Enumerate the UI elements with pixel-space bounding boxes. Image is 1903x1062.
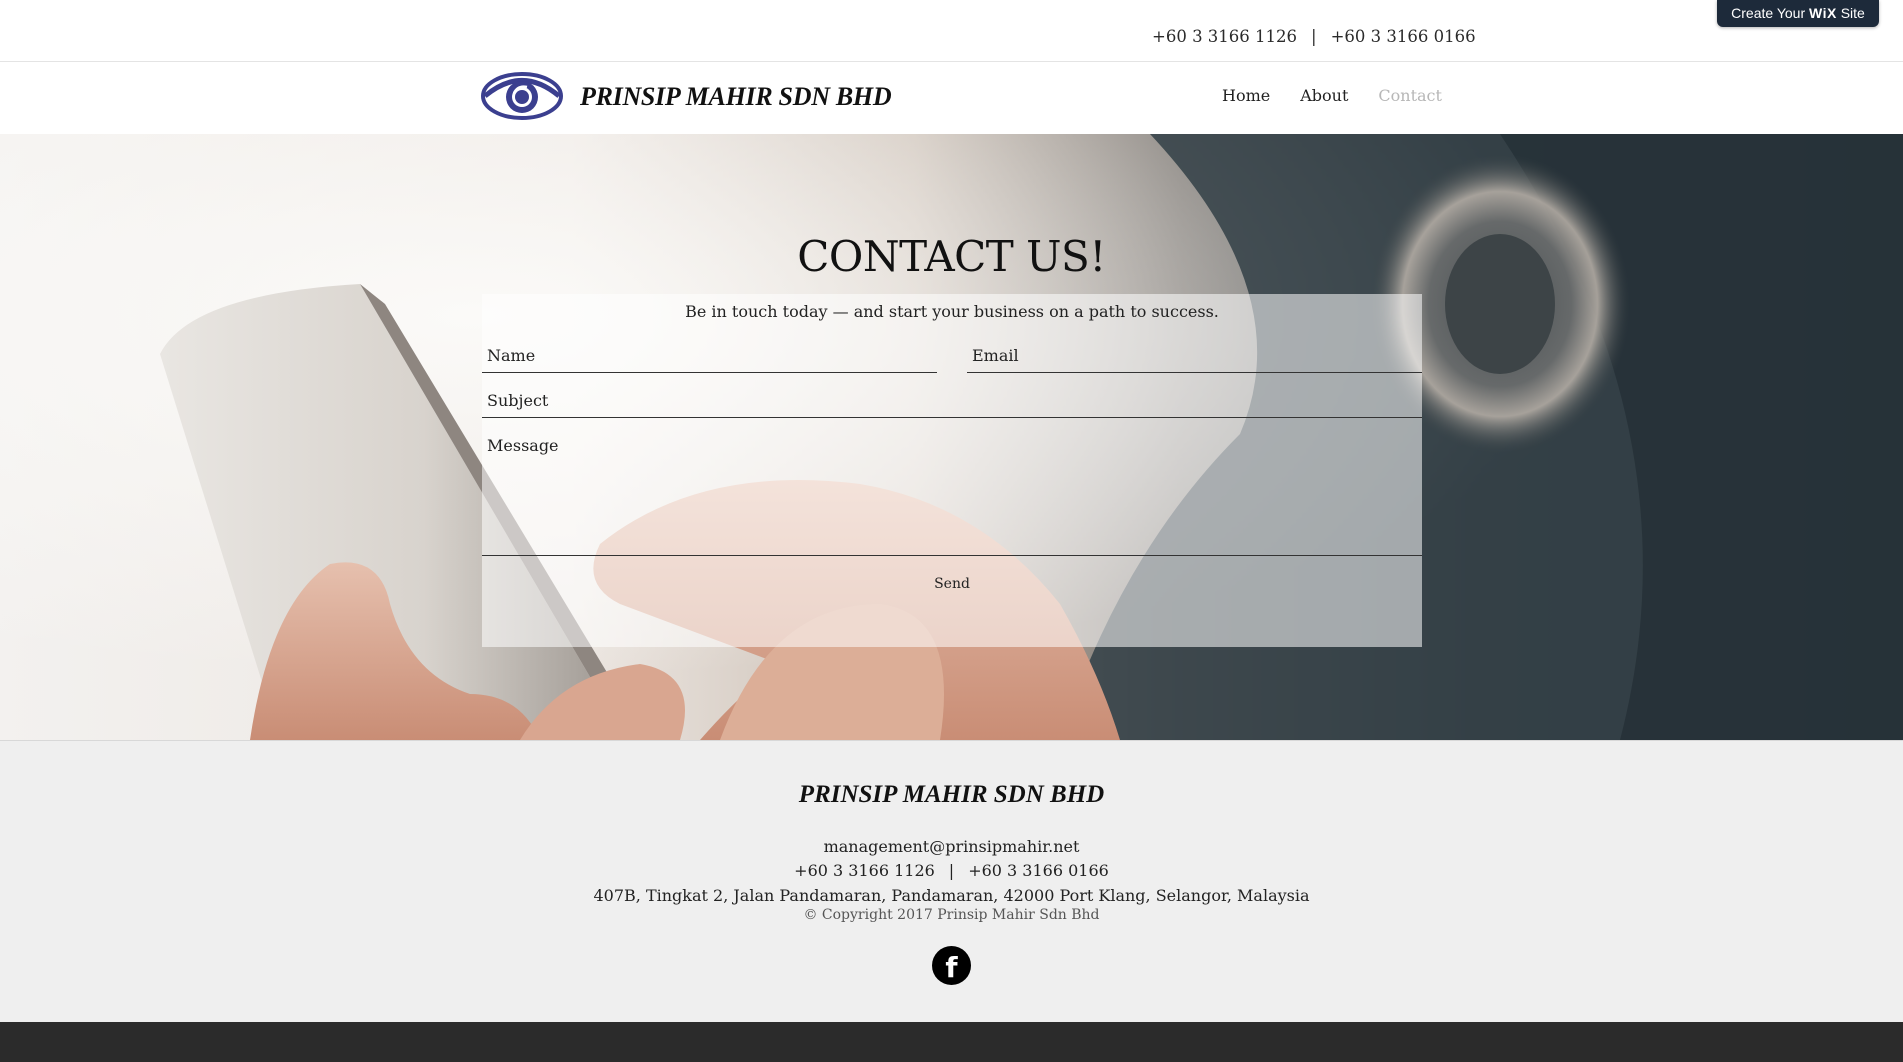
site-footer: PRINSIP MAHIR SDN BHD management@prinsip… xyxy=(0,740,1903,1023)
footer-email[interactable]: management@prinsipmahir.net xyxy=(0,837,1903,856)
nav-item-home[interactable]: Home xyxy=(1222,86,1270,105)
create-wix-site-button[interactable]: Create Your WiX Site xyxy=(1717,0,1879,27)
wix-logo-text: WiX xyxy=(1809,5,1837,21)
facebook-glyph: f xyxy=(945,951,958,984)
footer-phone-1: +60 3 3166 1126 xyxy=(794,861,935,880)
footer-address: 407B, Tingkat 2, Jalan Pandamaran, Panda… xyxy=(593,886,1310,905)
footer-brand-name: PRINSIP MAHIR SDN BHD xyxy=(798,781,1105,808)
footer-copyright: © Copyright 2017 Prinsip Mahir Sdn Bhd xyxy=(803,907,1100,923)
main-nav: Home About Contact xyxy=(1222,86,1442,105)
facebook-icon[interactable]: f xyxy=(932,946,971,985)
footer-phone-separator: | xyxy=(948,861,955,880)
send-button[interactable]: Send xyxy=(482,576,1422,592)
nav-item-contact[interactable]: Contact xyxy=(1378,86,1442,105)
top-phone-1: +60 3 3166 1126 xyxy=(1152,27,1298,46)
top-phone-2: +60 3 3166 0166 xyxy=(1330,27,1476,46)
message-field[interactable]: Message xyxy=(482,436,1422,556)
nav-item-about[interactable]: About xyxy=(1300,86,1348,105)
footer-phone-numbers: +60 3 3166 1126 | +60 3 3166 0166 xyxy=(0,861,1903,880)
site-brand-name[interactable]: PRINSIP MAHIR SDN BHD xyxy=(580,82,892,112)
contact-hero: CONTACT US! Be in touch today — and star… xyxy=(0,134,1903,740)
contact-form-subtitle: Be in touch today — and start your busin… xyxy=(685,302,1219,321)
subject-field[interactable]: Subject xyxy=(482,391,1422,418)
email-field[interactable]: Email xyxy=(967,346,1422,373)
top-phone-separator: | xyxy=(1311,27,1317,46)
footer-phone-2: +60 3 3166 0166 xyxy=(968,861,1109,880)
wix-banner-prefix: Create Your xyxy=(1731,5,1806,21)
top-bar: +60 3 3166 1126 | +60 3 3166 0166 Create Y… xyxy=(0,0,1903,62)
top-phone-numbers: +60 3 3166 1126 | +60 3 3166 0166 xyxy=(1152,27,1476,46)
site-header: PRINSIP MAHIR SDN BHD Home About Contact xyxy=(0,62,1903,134)
contact-form: Be in touch today — and start your busin… xyxy=(482,294,1422,647)
wix-banner-suffix: Site xyxy=(1840,5,1865,21)
contact-page-title: CONTACT US! xyxy=(797,232,1106,281)
name-field[interactable]: Name xyxy=(482,346,937,373)
bottom-strip xyxy=(0,1022,1903,1062)
eye-logo-icon[interactable] xyxy=(481,71,563,121)
